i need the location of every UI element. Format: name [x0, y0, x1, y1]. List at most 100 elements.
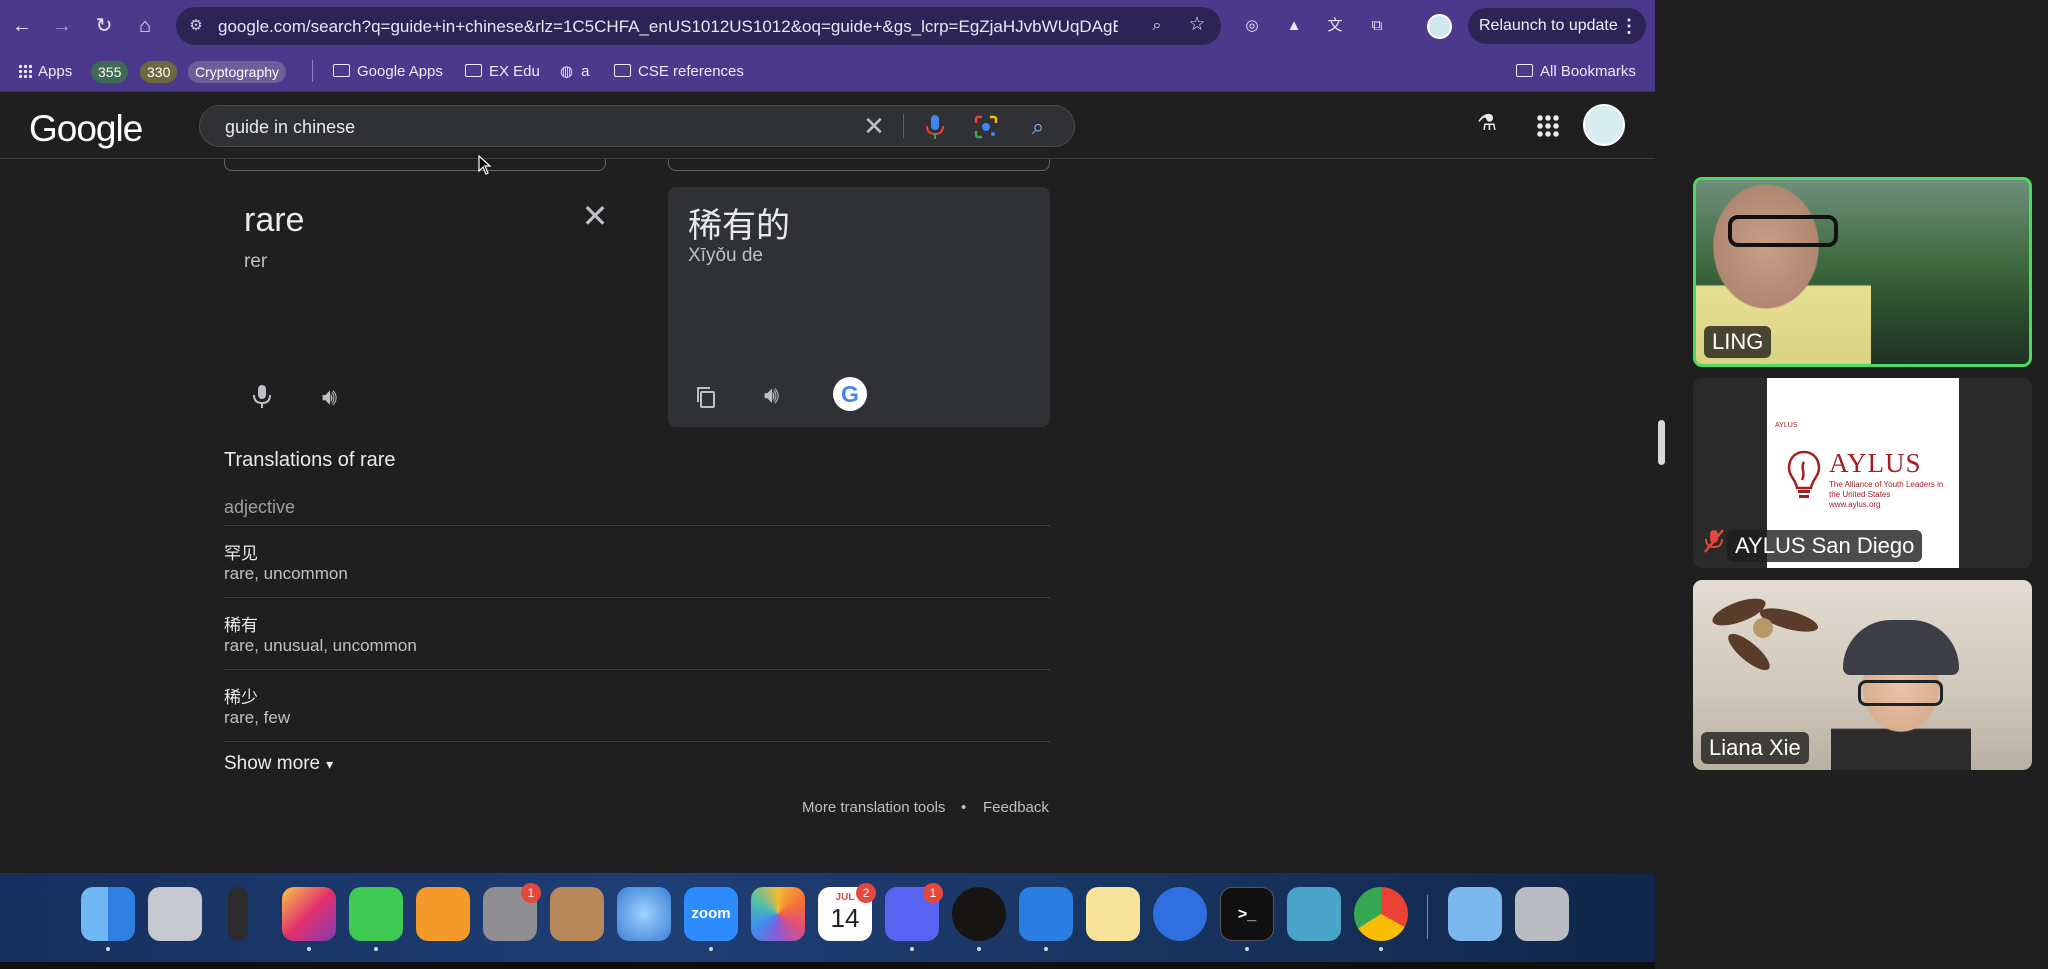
show-more-button[interactable]: Show more ▾: [224, 753, 333, 775]
divider: [224, 597, 1050, 598]
game-controller-icon[interactable]: [1287, 887, 1341, 941]
instagram-icon[interactable]: [282, 887, 336, 941]
language-selector-source-edge[interactable]: [224, 159, 606, 171]
forward-icon[interactable]: →: [48, 12, 76, 40]
bookmark-cryptography[interactable]: Cryptography: [188, 61, 287, 83]
screen: ← → ↻ ⌂ ⚙ google.com/search?q=guide+in+c…: [0, 0, 2048, 969]
downloads-folder-icon[interactable]: [1448, 887, 1502, 941]
finder-icon[interactable]: [81, 887, 135, 941]
notification-badge: 1: [521, 883, 541, 903]
translation-word[interactable]: 稀少: [224, 683, 258, 708]
profile-avatar-icon[interactable]: [1427, 14, 1452, 39]
launchpad-icon[interactable]: [148, 887, 202, 941]
aylus-brand: AYLUS: [1829, 448, 1922, 478]
aylus-site: www.aylus.org: [1829, 500, 1881, 509]
bookmark-label: CSE references: [638, 63, 744, 80]
xcode-icon[interactable]: [1019, 887, 1073, 941]
google-lens-icon[interactable]: [973, 114, 999, 140]
extension-translate-icon[interactable]: 文: [1322, 13, 1348, 39]
apps-grid-icon: [18, 64, 32, 78]
bookmark-folder-google-apps[interactable]: Google Apps: [333, 61, 443, 83]
translation-word[interactable]: 罕见: [224, 539, 258, 564]
chrome-icon[interactable]: [1354, 887, 1408, 941]
running-indicator: [709, 947, 713, 951]
search-icon[interactable]: ⌕: [1025, 114, 1051, 140]
more-menu-icon[interactable]: ⋮: [1620, 8, 1638, 44]
trash-icon[interactable]: [1515, 887, 1569, 941]
bookmark-pill-330[interactable]: 330: [140, 61, 178, 83]
extensions-puzzle-icon[interactable]: ⧉: [1364, 13, 1390, 39]
calendar-icon[interactable]: JUL 14 2: [818, 883, 876, 941]
bookmark-globe-a[interactable]: ◍ a: [560, 61, 589, 83]
participant-video-aylus[interactable]: AYLUS AYLUS The Alliance of Youth Leader…: [1693, 378, 2032, 568]
notification-badge: 1: [923, 883, 943, 903]
search-box-divider: [903, 114, 904, 138]
translation-word[interactable]: 稀有: [224, 611, 258, 636]
part-of-speech-label: adjective: [224, 497, 296, 517]
home-icon[interactable]: ⌂: [131, 12, 159, 40]
audio-meter-icon[interactable]: [228, 887, 248, 941]
site-info-icon[interactable]: ⚙: [186, 16, 206, 36]
google-translate-icon[interactable]: G: [833, 377, 867, 411]
bookmark-apps[interactable]: Apps: [18, 61, 72, 83]
terminal-icon[interactable]: >_: [1220, 887, 1274, 941]
listen-translation-icon[interactable]: 🔊︎: [764, 382, 790, 409]
relaunch-button[interactable]: Relaunch to update ⋮: [1468, 8, 1646, 44]
bookmark-folder-ex-edu[interactable]: EX Edu: [465, 61, 540, 83]
system-settings-icon[interactable]: 1: [483, 883, 541, 941]
labs-flask-icon[interactable]: ⚗: [1474, 110, 1500, 140]
search-box[interactable]: guide in chinese ✕ ⌕: [199, 105, 1075, 147]
feedback-link[interactable]: Feedback: [983, 799, 1049, 816]
running-indicator: [1044, 947, 1048, 951]
more-translation-tools-link[interactable]: More translation tools: [802, 799, 945, 816]
folder-icon: [465, 64, 482, 77]
participant-video-ling[interactable]: LING: [1693, 177, 2032, 367]
footer-separator: •: [961, 799, 967, 816]
bookmark-all-bookmarks[interactable]: All Bookmarks: [1516, 61, 1636, 83]
running-indicator: [307, 947, 311, 951]
zoom-app-icon[interactable]: zoom: [684, 887, 738, 941]
copy-icon[interactable]: [694, 385, 718, 409]
contacts-icon[interactable]: [550, 887, 604, 941]
bookmark-pill-355[interactable]: 355: [91, 61, 129, 83]
source-text[interactable]: rare: [244, 201, 304, 240]
notes-icon[interactable]: [1086, 887, 1140, 941]
books-icon[interactable]: [416, 887, 470, 941]
video-feed-detail: [1728, 215, 1838, 247]
translation-synonyms: rare, few: [224, 708, 291, 727]
location-pin-app-icon[interactable]: [1153, 887, 1207, 941]
google-header: Google guide in chinese ✕ ⌕ ⚗: [0, 92, 1655, 159]
listen-source-icon[interactable]: 🔊︎: [322, 384, 348, 411]
address-bar-url[interactable]: google.com/search?q=guide+in+chinese&rlz…: [218, 17, 1118, 37]
relaunch-label: Relaunch to update: [1479, 17, 1618, 34]
running-indicator: [1245, 947, 1249, 951]
back-icon[interactable]: ←: [8, 12, 36, 40]
discord-icon[interactable]: 1: [885, 883, 943, 941]
bookmark-star-icon[interactable]: ☆: [1186, 14, 1208, 36]
language-selector-target-edge[interactable]: [668, 159, 1050, 171]
zoom-icon[interactable]: ⌕: [1146, 15, 1168, 37]
google-logo[interactable]: Google: [29, 108, 143, 150]
spotify-icon[interactable]: [952, 887, 1006, 941]
voice-search-icon[interactable]: [924, 114, 946, 140]
search-input[interactable]: guide in chinese: [225, 117, 355, 138]
google-apps-icon[interactable]: [1536, 114, 1560, 138]
address-bar[interactable]: ⚙ google.com/search?q=guide+in+chinese&r…: [176, 7, 1221, 45]
microphone-icon[interactable]: [251, 383, 273, 411]
participant-video-liana[interactable]: Liana Xie: [1693, 580, 2032, 770]
photos-icon[interactable]: [751, 887, 805, 941]
running-indicator: [106, 947, 110, 951]
bookmarks-bar: Apps 355 330 Cryptography Google Apps EX…: [0, 52, 1655, 92]
scrollbar-handle[interactable]: [1658, 420, 1665, 465]
messages-icon[interactable]: [349, 887, 403, 941]
extension-drive-icon[interactable]: ▲: [1281, 13, 1307, 39]
account-avatar[interactable]: [1583, 104, 1625, 146]
clear-source-icon[interactable]: ✕: [580, 200, 610, 232]
reload-icon[interactable]: ↻: [90, 12, 118, 40]
bookmark-label: a: [581, 63, 590, 80]
bookmark-folder-cse-references[interactable]: CSE references: [614, 61, 744, 83]
extension-glasses-icon[interactable]: ◎: [1239, 13, 1265, 39]
clear-search-icon[interactable]: ✕: [860, 112, 888, 140]
running-indicator: [1379, 947, 1383, 951]
network-globe-icon[interactable]: [617, 887, 671, 941]
